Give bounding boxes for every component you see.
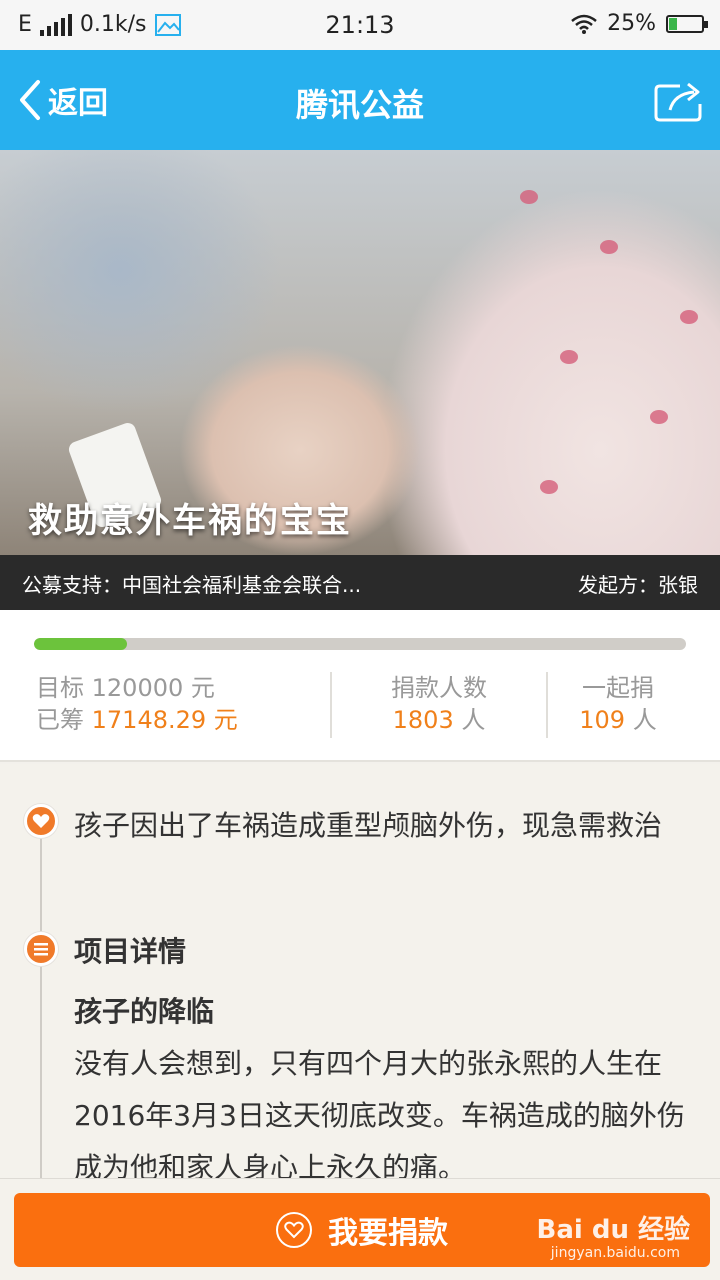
photo-detail: [560, 350, 578, 364]
together-label: 一起捐: [582, 674, 654, 702]
page-title: 腾讯公益: [295, 86, 424, 124]
heart-icon: [276, 1212, 312, 1248]
heart-icon: [24, 804, 58, 838]
list-icon: [24, 932, 58, 966]
progress-bar: [34, 638, 686, 650]
donors-unit: 人: [461, 706, 486, 734]
bottom-bar: 我要捐款 Bai du 经验 jingyan.baidu.com: [0, 1178, 720, 1280]
battery-percent: 25%: [607, 11, 656, 36]
raised-label: 已筹: [36, 706, 84, 734]
battery-icon: [666, 14, 708, 33]
target-raised: 目标 120000 元 已筹 17148.29 元: [36, 672, 238, 736]
raised-unit: 元: [213, 706, 238, 734]
together-unit: 人: [632, 706, 657, 734]
donors-label: 捐款人数: [391, 674, 487, 702]
project-summary: 孩子因出了车祸造成重型颅脑外伤，现急需救治: [74, 809, 663, 842]
target-unit: 元: [190, 674, 215, 702]
target-value: 120000: [91, 674, 184, 702]
raised-value: 17148.29: [91, 706, 207, 734]
progress-fill: [34, 638, 128, 650]
wifi-icon: [571, 14, 597, 34]
project-content: 孩子因出了车祸造成重型颅脑外伤，现急需救治 项目详情 孩子的降临 没有人会想到，…: [0, 764, 720, 1204]
donate-together[interactable]: 一起捐 109 人: [548, 672, 688, 736]
share-icon[interactable]: [654, 80, 704, 122]
timeline-line: [40, 824, 42, 1204]
baidu-watermark: Bai du 经验: [536, 1215, 691, 1245]
story-paragraph: 没有人会想到，只有四个月大的张永熙的人生在2016年3月3日这天彻底改变。车祸造…: [74, 1047, 685, 1184]
project-title: 救助意外车祸的宝宝: [28, 501, 352, 541]
detail-heading: 项目详情: [74, 935, 187, 968]
photo-detail: [540, 480, 558, 494]
donors-value: 1803: [392, 706, 454, 734]
donation-stats: 目标 120000 元 已筹 17148.29 元 捐款人数 1803 人 一起…: [0, 610, 720, 762]
donate-label: 我要捐款: [328, 1216, 448, 1251]
photo-detail: [650, 410, 668, 424]
fundraising-support: 公募支持：中国社会福利基金会联合...: [22, 573, 362, 597]
initiator: 发起方：张银: [578, 573, 698, 597]
watermark-url: jingyan.baidu.com: [550, 1245, 680, 1261]
photo-detail: [520, 190, 538, 204]
status-right: 25%: [571, 11, 708, 36]
status-bar: E 0.1k/s 21:13 25%: [0, 0, 720, 50]
nav-bar: 返回 腾讯公益: [0, 50, 720, 150]
photo-detail: [680, 310, 698, 324]
target-label: 目标: [36, 674, 84, 702]
project-info-bar: 公募支持：中国社会福利基金会联合... 发起方：张银: [0, 555, 720, 610]
photo-detail: [600, 240, 618, 254]
hero-photo: 救助意外车祸的宝宝: [0, 150, 720, 555]
together-value: 109: [579, 706, 626, 734]
section-heading: 孩子的降临: [74, 995, 215, 1028]
donor-count: 捐款人数 1803 人: [330, 672, 548, 738]
